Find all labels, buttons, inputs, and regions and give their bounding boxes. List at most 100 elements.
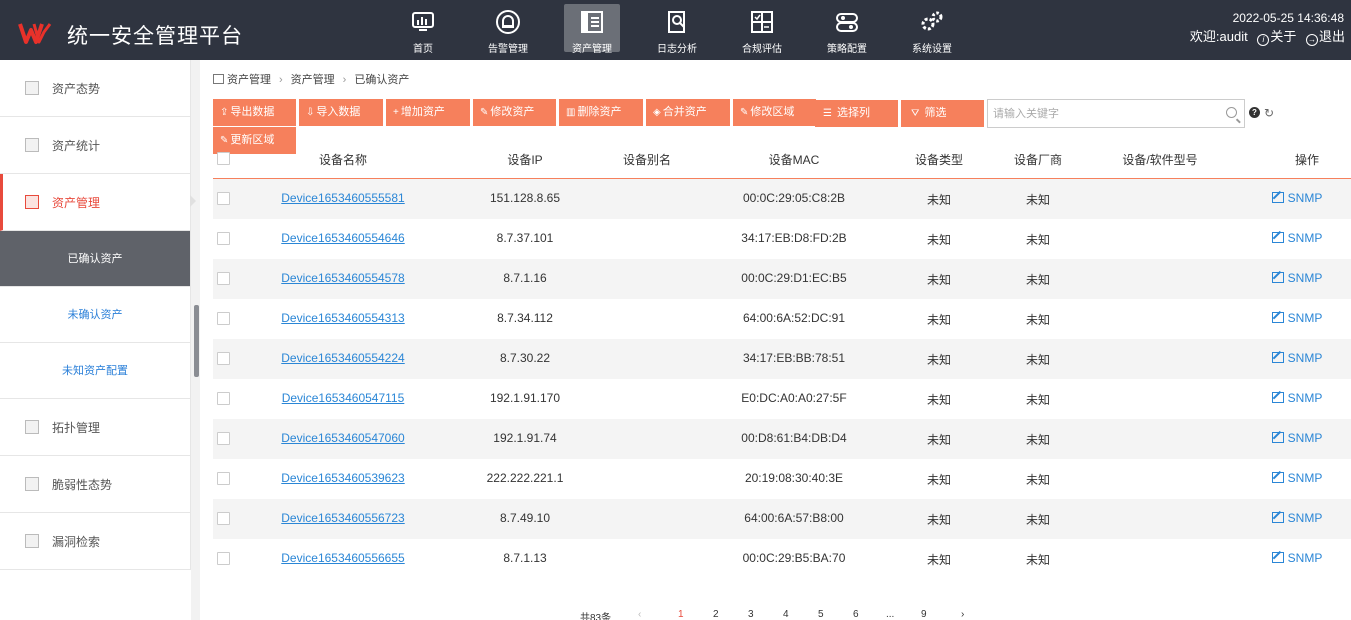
import-icon: ⇩: [306, 107, 315, 118]
sidebar-item-vuln-search[interactable]: 漏洞检索: [0, 513, 190, 570]
page-button[interactable]: 9: [921, 609, 927, 620]
device-name-link[interactable]: Device1653460554313: [232, 311, 454, 325]
page-button[interactable]: 1: [678, 609, 684, 620]
sidebar-item-label: 资产统计: [52, 139, 101, 153]
device-vendor-cell: 未知: [1025, 193, 1050, 207]
merge-asset-button[interactable]: ◈ 合并资产: [646, 99, 730, 126]
refresh-icon[interactable]: ↻: [1264, 106, 1274, 120]
sidebar-collapse-handle[interactable]: [194, 305, 199, 377]
search-icon[interactable]: [1226, 107, 1237, 118]
filter-button[interactable]: ⛛ 筛选: [901, 100, 984, 127]
select-all-checkbox[interactable]: [217, 152, 230, 165]
snmp-action-label: SNMP: [1287, 511, 1323, 525]
device-name-link[interactable]: Device1653460556655: [232, 551, 454, 565]
sidebar-item-asset-overview[interactable]: 资产态势: [0, 60, 190, 117]
device-name-link[interactable]: Device1653460555581: [232, 191, 454, 205]
column-header[interactable]: 设备厂商: [988, 151, 1088, 168]
page-button[interactable]: 4: [783, 609, 789, 620]
row-checkbox[interactable]: [217, 232, 230, 245]
device-mac-cell: 64:00:6A:52:DC:91: [742, 311, 846, 325]
snmp-action-label: SNMP: [1287, 351, 1323, 365]
row-checkbox[interactable]: [217, 312, 230, 325]
nav-alarm[interactable]: 告警管理: [480, 4, 536, 55]
snmp-action-link[interactable]: SNMP: [1267, 351, 1327, 365]
column-header[interactable]: 设备/软件型号: [1110, 151, 1210, 168]
add-asset-button[interactable]: + 增加资产: [386, 99, 470, 126]
device-name-link[interactable]: Device1653460554578: [232, 271, 454, 285]
nav-policy[interactable]: 策略配置: [819, 4, 875, 55]
sidebar-item-vulnerability[interactable]: 脆弱性态势: [0, 456, 190, 513]
import-data-button[interactable]: ⇩ 导入数据: [299, 99, 383, 126]
snmp-action-label: SNMP: [1287, 391, 1323, 405]
column-header[interactable]: 设备别名: [597, 151, 697, 168]
sidebar-item-asset-management[interactable]: 资产管理: [0, 174, 190, 231]
device-name-link[interactable]: Device1653460547060: [232, 431, 454, 445]
button-label: 增加资产: [400, 106, 445, 118]
column-header[interactable]: 设备MAC: [744, 151, 844, 168]
edit-region-button[interactable]: ✎ 修改区域: [733, 99, 816, 126]
row-checkbox[interactable]: [217, 392, 230, 405]
device-name-link[interactable]: Device1653460554646: [232, 231, 454, 245]
device-vendor-cell: 未知: [1025, 273, 1050, 287]
snmp-action-link[interactable]: SNMP: [1267, 551, 1327, 565]
snmp-action-link[interactable]: SNMP: [1267, 231, 1327, 245]
device-name-link[interactable]: Device1653460539623: [232, 471, 454, 485]
column-header[interactable]: 设备类型: [889, 151, 989, 168]
device-name-link[interactable]: Device1653460547115: [232, 391, 454, 405]
device-mac-cell: 00:0C:29:D1:EC:B5: [741, 271, 847, 285]
row-checkbox[interactable]: [217, 192, 230, 205]
nav-system[interactable]: 系统设置: [904, 4, 960, 55]
breadcrumb-item[interactable]: 资产管理: [291, 74, 335, 86]
breadcrumb-separator: ›: [279, 74, 283, 86]
select-columns-button[interactable]: ☰ 选择列: [815, 100, 898, 127]
sidebar-sub-unconfirmed-assets[interactable]: 未确认资产: [0, 287, 190, 343]
about-link[interactable]: i 关于: [1257, 29, 1296, 46]
edit-icon: [1271, 552, 1284, 563]
row-checkbox[interactable]: [217, 272, 230, 285]
sidebar-item-topology[interactable]: 拓扑管理: [0, 399, 190, 456]
snmp-action-link[interactable]: SNMP: [1267, 471, 1327, 485]
help-icon[interactable]: ?: [1249, 107, 1260, 118]
table-row: Device1653460554313 8.7.34.112 64:00:6A:52…: [213, 299, 1351, 339]
page-button[interactable]: 5: [818, 609, 824, 620]
sidebar-item-asset-stats[interactable]: 资产统计: [0, 117, 190, 174]
device-name-link[interactable]: Device1653460554224: [232, 351, 454, 365]
delete-asset-button[interactable]: ▥ 删除资产: [559, 99, 643, 126]
row-checkbox[interactable]: [217, 512, 230, 525]
snmp-action-link[interactable]: SNMP: [1267, 191, 1327, 205]
nav-asset[interactable]: 资产管理: [564, 4, 620, 55]
page-button[interactable]: 6: [853, 609, 859, 620]
prev-page-button[interactable]: ‹: [638, 609, 641, 620]
nav-home[interactable]: 首页: [395, 4, 451, 55]
button-label: 修改资产: [490, 106, 535, 118]
snmp-action-link[interactable]: SNMP: [1267, 391, 1327, 405]
page-button[interactable]: 3: [748, 609, 754, 620]
row-checkbox[interactable]: [217, 552, 230, 565]
info-icon: i: [1257, 34, 1270, 46]
snmp-action-link[interactable]: SNMP: [1267, 311, 1327, 325]
nav-log[interactable]: 日志分析: [649, 4, 705, 55]
sidebar-sub-unknown-asset-config[interactable]: 未知资产配置: [0, 343, 190, 399]
row-checkbox[interactable]: [217, 472, 230, 485]
column-header[interactable]: 设备名称: [293, 151, 393, 168]
next-page-button[interactable]: ›: [961, 609, 964, 620]
search-input[interactable]: [988, 100, 1208, 127]
snmp-action-link[interactable]: SNMP: [1267, 511, 1327, 525]
device-name-link[interactable]: Device1653460556723: [232, 511, 454, 525]
snmp-action-link[interactable]: SNMP: [1267, 431, 1327, 445]
sidebar-item-label: 资产管理: [52, 196, 101, 210]
logout-link[interactable]: → 退出: [1305, 29, 1345, 46]
export-data-button[interactable]: ⇪ 导出数据: [213, 99, 296, 126]
page-ellipsis[interactable]: ...: [886, 609, 894, 620]
row-checkbox[interactable]: [217, 352, 230, 365]
edit-asset-button[interactable]: ✎ 修改资产: [473, 99, 556, 126]
snmp-action-link[interactable]: SNMP: [1267, 271, 1327, 285]
breadcrumb-item[interactable]: 资产管理: [227, 74, 271, 86]
page-button[interactable]: 2: [713, 609, 719, 620]
column-header[interactable]: 设备IP: [475, 151, 575, 168]
nav-label: 资产管理: [572, 44, 612, 55]
device-type-cell: 未知: [926, 553, 951, 567]
row-checkbox[interactable]: [217, 432, 230, 445]
nav-compliance[interactable]: 合规评估: [734, 4, 790, 55]
sidebar-sub-confirmed-assets[interactable]: 已确认资产: [0, 231, 190, 287]
